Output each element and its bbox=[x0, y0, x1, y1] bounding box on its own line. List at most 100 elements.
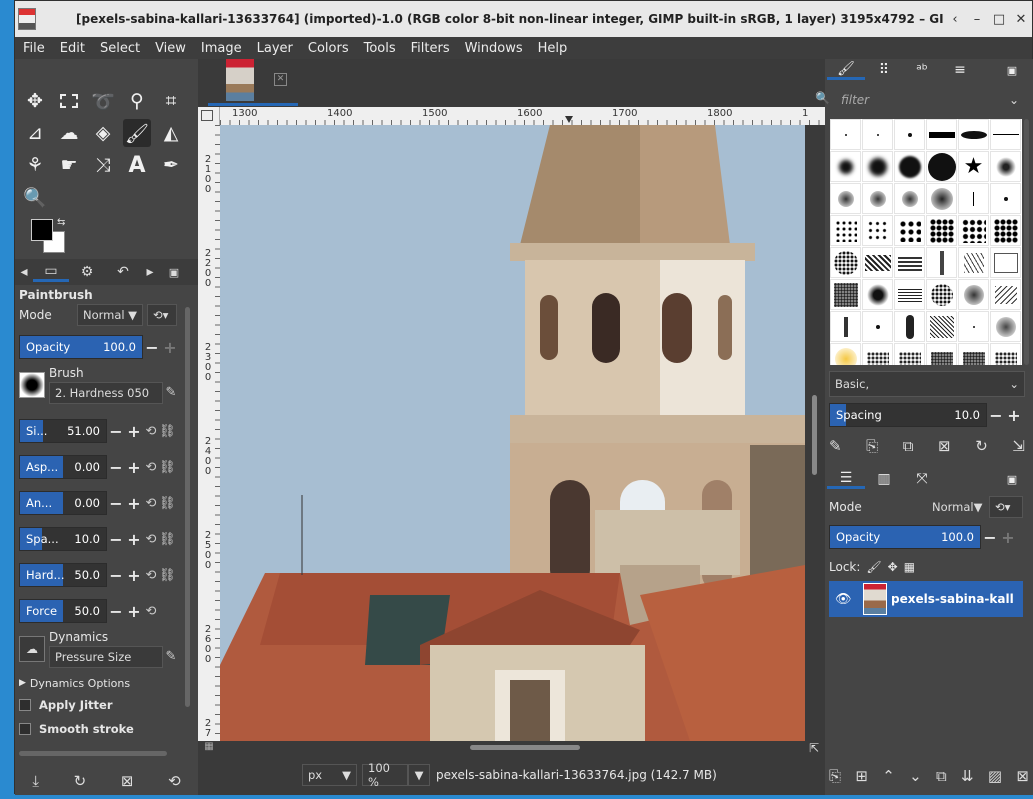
fuzzy-select-tool-icon[interactable]: ⚲ bbox=[123, 87, 151, 115]
move-tool-icon[interactable]: ✥ bbox=[21, 87, 49, 115]
brush-item[interactable] bbox=[990, 151, 1021, 182]
tab-document-history[interactable]: ≡ bbox=[941, 62, 979, 78]
dock-menu-icon[interactable]: ▣ bbox=[159, 266, 189, 279]
brush-item[interactable] bbox=[894, 311, 925, 342]
opacity-slider[interactable]: Opacity 100.0 bbox=[19, 335, 143, 359]
horizontal-ruler[interactable]: 1300 1400 1500 1600 1700 1800 1 bbox=[220, 107, 825, 125]
new-layer-group-icon[interactable]: ⊞ bbox=[855, 767, 868, 785]
image-canvas[interactable] bbox=[220, 125, 805, 741]
aspect-plus-button[interactable]: + bbox=[125, 458, 143, 477]
delete-options-icon[interactable]: ⊠ bbox=[121, 772, 134, 790]
lock-position-icon[interactable]: ✥ bbox=[888, 560, 898, 574]
apply-jitter-row[interactable]: Apply Jitter bbox=[19, 695, 113, 715]
image-tab-thumbnail[interactable] bbox=[226, 59, 254, 101]
brush-item[interactable] bbox=[862, 247, 893, 278]
brush-item[interactable] bbox=[926, 183, 957, 214]
brush-item[interactable] bbox=[862, 151, 893, 182]
brush-item[interactable] bbox=[862, 279, 893, 310]
clone-tool-icon[interactable]: ⚘ bbox=[21, 151, 49, 179]
brush-item[interactable] bbox=[926, 215, 957, 246]
duplicate-brush-icon[interactable]: ⧉ bbox=[903, 437, 914, 455]
brush-spacing-minus-button[interactable]: − bbox=[987, 406, 1005, 425]
rect-select-tool-icon[interactable] bbox=[55, 87, 83, 115]
layer-mode-reset-button[interactable]: ⟲▾ bbox=[989, 496, 1023, 518]
layer-opacity-slider[interactable]: Opacity 100.0 bbox=[829, 525, 981, 549]
brush-item[interactable] bbox=[958, 311, 989, 342]
size-link-icon[interactable]: ⛓ bbox=[159, 424, 176, 439]
spacing-plus-button[interactable]: + bbox=[125, 530, 143, 549]
brush-item[interactable] bbox=[926, 119, 957, 150]
brush-item[interactable] bbox=[926, 151, 957, 182]
lock-alpha-icon[interactable]: ▦ bbox=[904, 560, 915, 574]
brush-preset-select[interactable]: Basic, ⌄ bbox=[829, 371, 1025, 397]
delete-brush-icon[interactable]: ⊠ bbox=[938, 437, 951, 455]
close-button[interactable]: ✕ bbox=[1010, 12, 1032, 27]
smooth-stroke-checkbox[interactable] bbox=[19, 723, 31, 735]
brush-item-star-icon[interactable]: ★ bbox=[958, 151, 989, 182]
tool-options-scrollbar[interactable] bbox=[185, 307, 190, 707]
tab-patterns[interactable]: ⠿ bbox=[865, 62, 903, 78]
menu-file[interactable]: File bbox=[23, 41, 45, 56]
size-minus-button[interactable]: − bbox=[107, 422, 125, 441]
brush-item[interactable] bbox=[830, 311, 861, 342]
brush-item[interactable] bbox=[862, 215, 893, 246]
brush-item[interactable] bbox=[862, 343, 893, 365]
new-layer-icon[interactable]: ⎘ bbox=[829, 767, 841, 785]
brush-item[interactable] bbox=[990, 279, 1021, 310]
paintbrush-tool-icon[interactable]: 🖌 bbox=[123, 119, 151, 147]
layer-opacity-plus-button[interactable]: + bbox=[999, 528, 1017, 547]
zoom-field[interactable]: 100 % bbox=[362, 761, 408, 789]
brush-item[interactable] bbox=[830, 215, 861, 246]
menu-edit[interactable]: Edit bbox=[60, 41, 85, 56]
swap-colors-icon[interactable]: ⇆ bbox=[57, 217, 65, 228]
crop-tool-icon[interactable]: ⌗ bbox=[157, 87, 185, 115]
eraser-tool-icon[interactable]: ◭ bbox=[157, 119, 185, 147]
menu-colors[interactable]: Colors bbox=[308, 41, 349, 56]
dock-menu-icon[interactable]: ▣ bbox=[993, 473, 1031, 486]
fg-bg-colors[interactable]: ⇆ bbox=[31, 217, 71, 255]
brush-item[interactable] bbox=[894, 279, 925, 310]
brush-item[interactable] bbox=[862, 311, 893, 342]
edit-dynamics-icon[interactable]: ✎ bbox=[163, 649, 179, 664]
ruler-corner-menu[interactable] bbox=[198, 107, 220, 125]
dynamics-select[interactable]: Pressure Size bbox=[49, 646, 163, 668]
brush-item[interactable] bbox=[862, 119, 893, 150]
brush-item[interactable] bbox=[894, 183, 925, 214]
brush-grid[interactable]: ★ bbox=[830, 119, 1022, 365]
spacing-reset-icon[interactable]: ⟲ bbox=[143, 532, 159, 547]
brush-item[interactable] bbox=[958, 215, 989, 246]
force-plus-button[interactable]: + bbox=[125, 602, 143, 621]
menu-select[interactable]: Select bbox=[100, 41, 140, 56]
edit-brush-icon[interactable]: ✎ bbox=[163, 385, 179, 400]
opacity-minus-button[interactable]: − bbox=[143, 338, 161, 357]
bucket-fill-tool-icon[interactable]: ◈ bbox=[89, 119, 117, 147]
brush-select[interactable]: 2. Hardness 050 bbox=[49, 382, 163, 404]
canvas-horizontal-scrollbar[interactable] bbox=[220, 741, 825, 755]
restore-options-icon[interactable]: ↻ bbox=[74, 772, 87, 790]
dock-right-arrow-icon[interactable]: ▸ bbox=[141, 264, 159, 280]
brush-item[interactable] bbox=[990, 311, 1021, 342]
menu-windows[interactable]: Windows bbox=[465, 41, 523, 56]
quick-mask-toggle-icon[interactable]: ▦ bbox=[198, 741, 220, 755]
menu-tools[interactable]: Tools bbox=[364, 41, 396, 56]
brush-item[interactable] bbox=[894, 247, 925, 278]
aspect-slider[interactable]: Asp... 0.00 bbox=[19, 455, 107, 479]
brush-item[interactable] bbox=[926, 279, 957, 310]
brush-item[interactable] bbox=[830, 183, 861, 214]
color-picker-tool-icon[interactable]: ✒ bbox=[157, 151, 185, 179]
brush-item[interactable] bbox=[958, 119, 989, 150]
new-brush-icon[interactable]: ⎘ bbox=[866, 437, 878, 455]
angle-slider[interactable]: An... 0.00 bbox=[19, 491, 107, 515]
open-brush-as-image-icon[interactable]: ⇲ bbox=[1012, 437, 1025, 455]
brush-item[interactable] bbox=[862, 183, 893, 214]
brush-item[interactable] bbox=[894, 215, 925, 246]
brush-item[interactable] bbox=[894, 151, 925, 182]
refresh-brushes-icon[interactable]: ↻ bbox=[975, 437, 988, 455]
spacing-minus-button[interactable]: − bbox=[107, 530, 125, 549]
size-plus-button[interactable]: + bbox=[125, 422, 143, 441]
mode-select[interactable]: Normal ▼ bbox=[77, 304, 143, 326]
angle-minus-button[interactable]: − bbox=[107, 494, 125, 513]
brush-item[interactable] bbox=[990, 215, 1021, 246]
brush-item[interactable] bbox=[958, 343, 989, 365]
smooth-stroke-row[interactable]: Smooth stroke bbox=[19, 719, 134, 739]
